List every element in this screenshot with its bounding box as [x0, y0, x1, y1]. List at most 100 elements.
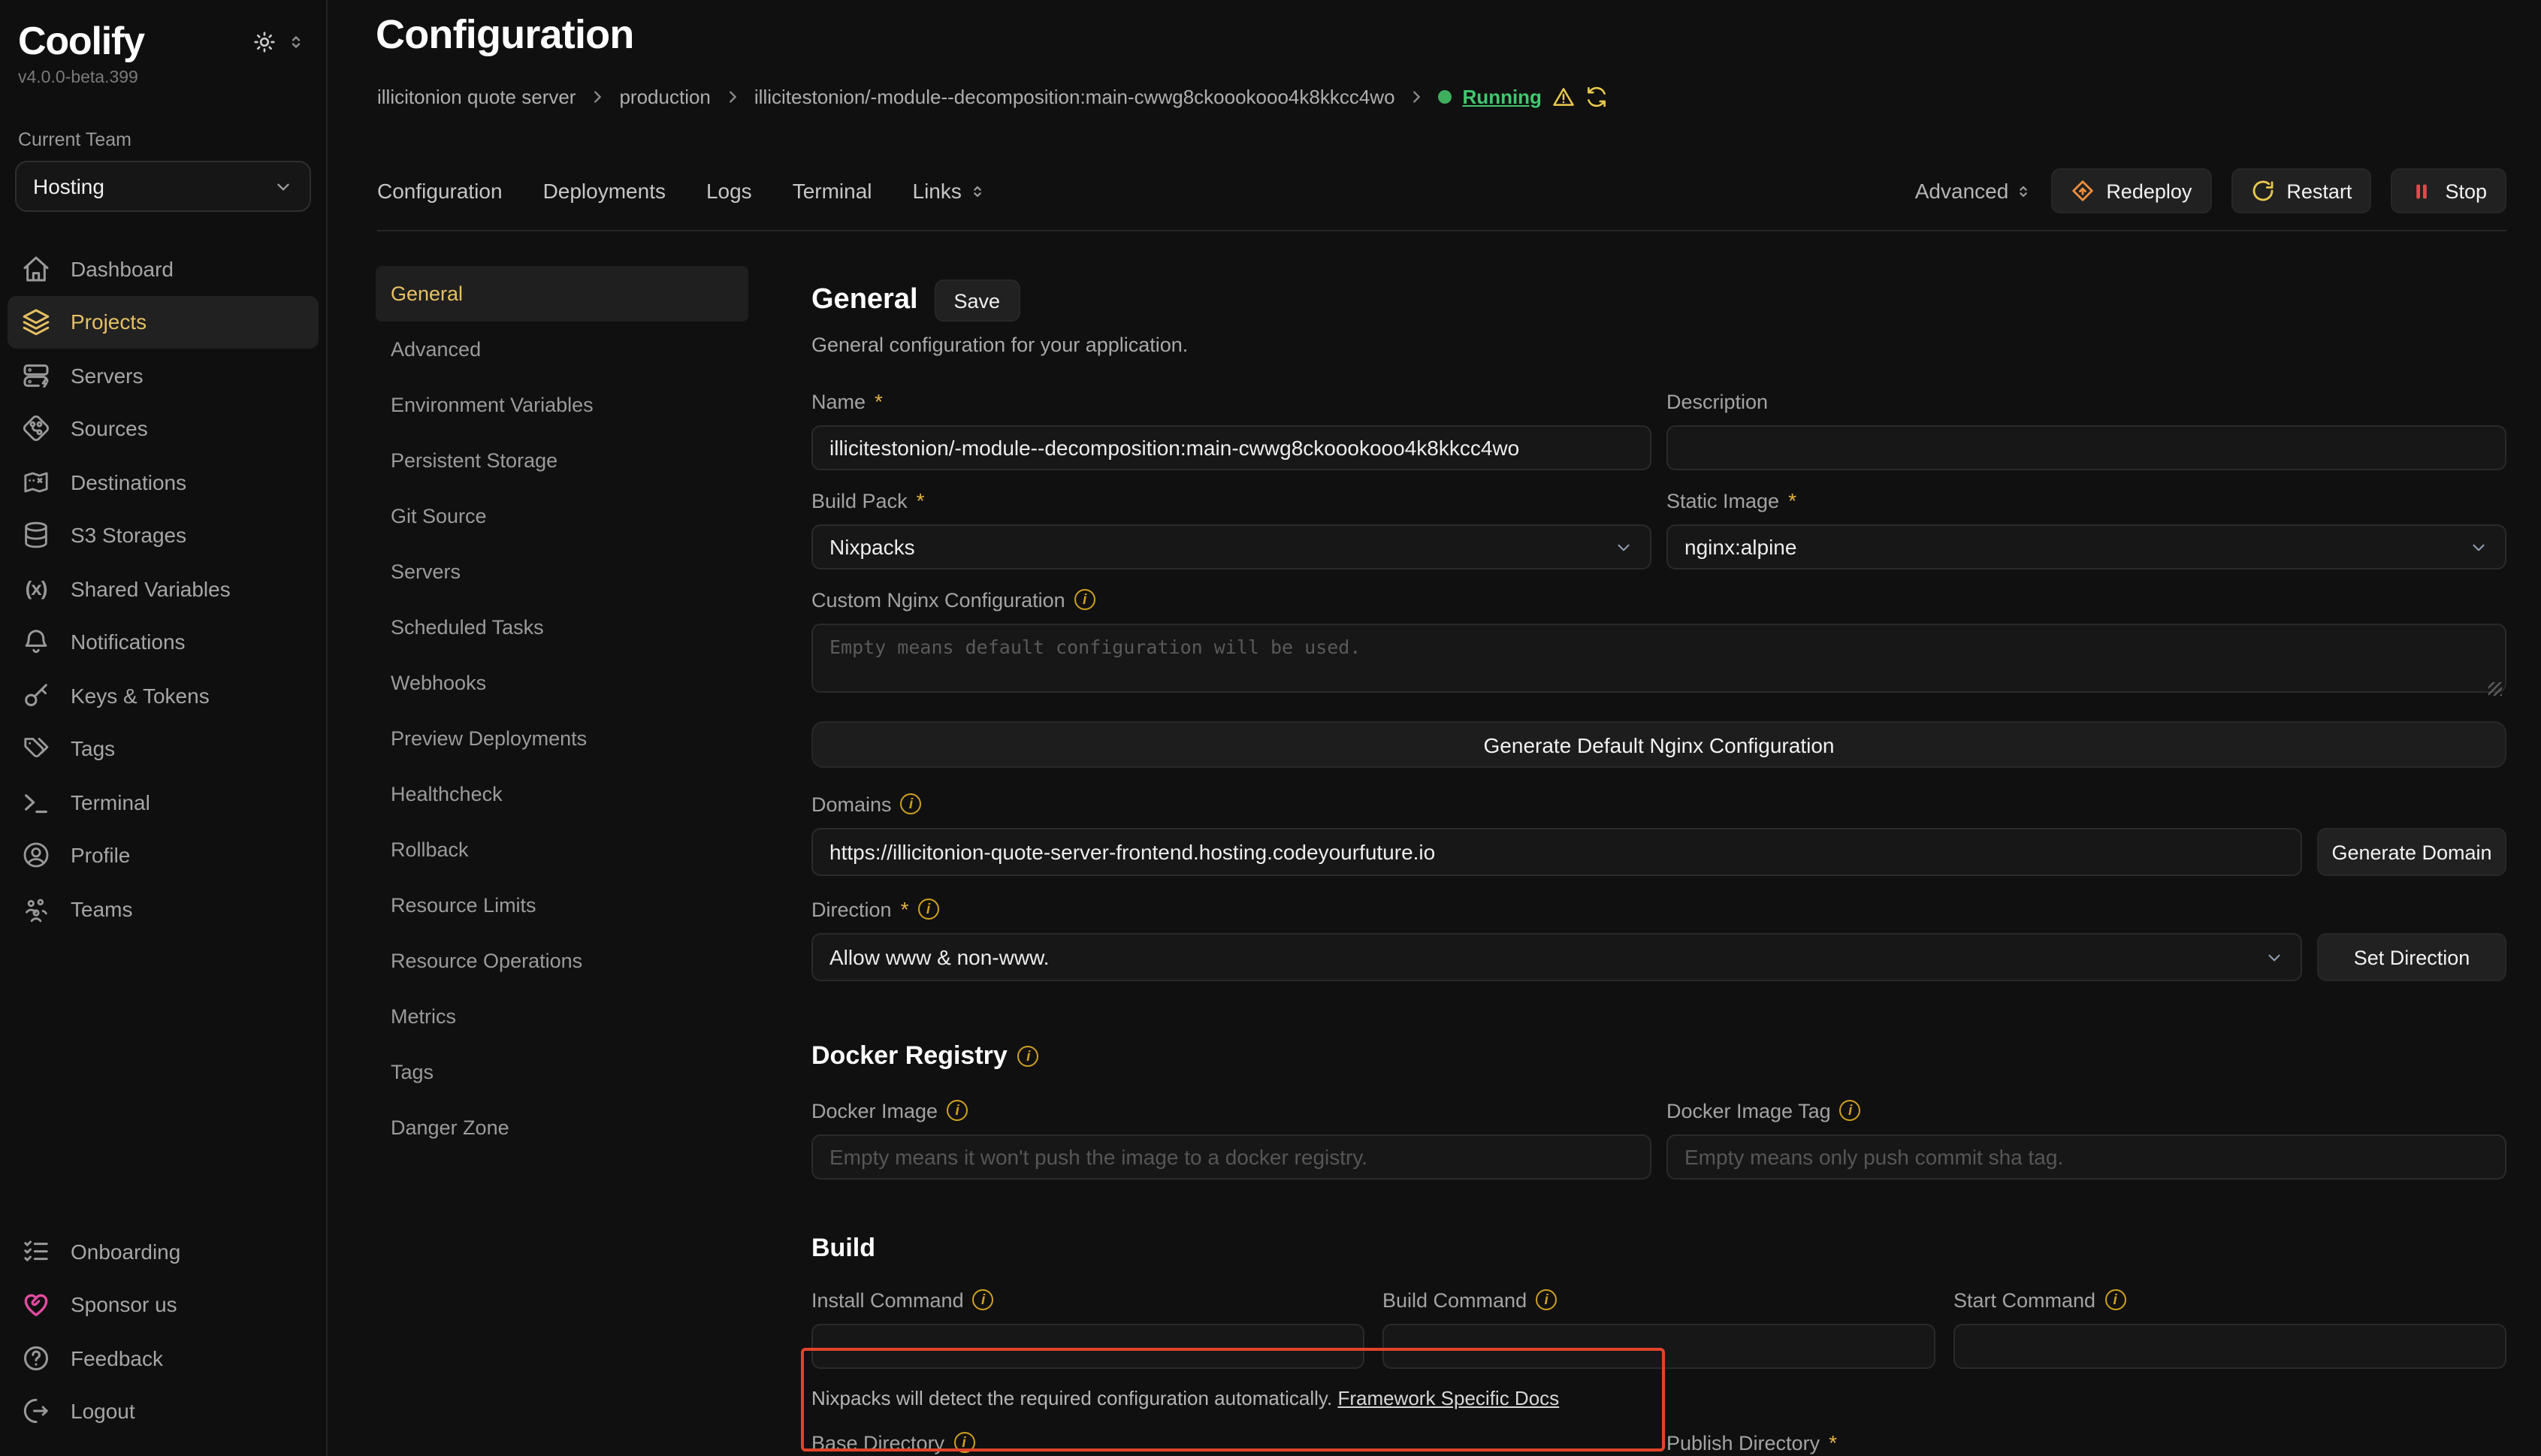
sidebar-item-label: Tags — [71, 737, 115, 761]
subnav-git-source[interactable]: Git Source — [376, 488, 748, 544]
subnav-advanced[interactable]: Advanced — [376, 322, 748, 377]
chevron-right-icon — [589, 89, 606, 105]
sidebar-item-servers[interactable]: Servers — [8, 349, 319, 402]
subnav-scheduled-tasks[interactable]: Scheduled Tasks — [376, 600, 748, 655]
advanced-dropdown[interactable]: Advanced — [1915, 179, 2032, 203]
save-button[interactable]: Save — [935, 279, 1020, 322]
direction-select[interactable]: Allow www & non-www. — [811, 933, 2302, 981]
coolify-app: Coolify v4.0.0-beta.399 Current Team Hos… — [0, 0, 2541, 1456]
sidebar-item-sources[interactable]: Sources — [8, 402, 319, 455]
info-icon: i — [2104, 1289, 2126, 1310]
tab-deployments[interactable]: Deployments — [543, 179, 666, 203]
domains-input[interactable] — [811, 828, 2302, 876]
team-select-value: Hosting — [33, 174, 104, 198]
sidebar-item-dashboard[interactable]: Dashboard — [8, 242, 319, 295]
status-running-link[interactable]: Running — [1463, 86, 1542, 108]
restart-button[interactable]: Restart — [2231, 168, 2371, 213]
tab-terminal[interactable]: Terminal — [793, 179, 872, 203]
breadcrumb-application[interactable]: illicitestonion/-module--decomposition:m… — [754, 86, 1395, 108]
redeploy-button[interactable]: Redeploy — [2050, 168, 2211, 213]
sidebar-item-label: Shared Variables — [71, 577, 231, 601]
subnav-persistent-storage[interactable]: Persistent Storage — [376, 433, 748, 488]
sidebar-item-terminal[interactable]: Terminal — [8, 775, 319, 829]
tab-links[interactable]: Links — [913, 179, 986, 203]
tab-configuration[interactable]: Configuration — [377, 179, 503, 203]
current-team-label: Current Team — [18, 129, 308, 150]
git-source-icon — [21, 414, 51, 444]
subnav-resource-operations[interactable]: Resource Operations — [376, 933, 748, 989]
database-icon — [21, 521, 51, 551]
sidebar-item-feedback[interactable]: Feedback — [8, 1331, 319, 1385]
status-dot — [1439, 90, 1452, 104]
build-pack-select[interactable]: Nixpacks — [811, 524, 1651, 569]
tab-actions: Advanced Redeploy Restart Stop — [1915, 168, 2506, 213]
sidebar-item-keys-tokens[interactable]: Keys & Tokens — [8, 669, 319, 722]
static-image-value: nginx:alpine — [1684, 535, 1796, 559]
framework-docs-link[interactable]: Framework Specific Docs — [1337, 1387, 1559, 1409]
build-command-input[interactable] — [1382, 1324, 1935, 1369]
sidebar-item-teams[interactable]: Teams — [8, 882, 319, 935]
name-input[interactable] — [811, 425, 1651, 470]
tab-bar: Configuration Deployments Logs Terminal … — [377, 168, 2506, 213]
sidebar-nav: Dashboard Projects Servers Sources Desti… — [0, 242, 326, 935]
sidebar-item-destinations[interactable]: Destinations — [8, 455, 319, 509]
build-command-label: Build Command i — [1382, 1288, 1935, 1312]
subnav-resource-limits[interactable]: Resource Limits — [376, 878, 748, 933]
subnav-tags[interactable]: Tags — [376, 1044, 748, 1100]
install-command-input[interactable] — [811, 1324, 1364, 1369]
team-select[interactable]: Hosting — [15, 161, 311, 212]
sidebar-item-notifications[interactable]: Notifications — [8, 615, 319, 669]
sidebar-item-label: Feedback — [71, 1346, 163, 1370]
stop-button[interactable]: Stop — [2391, 168, 2506, 213]
sidebar-item-label: Destinations — [71, 470, 186, 494]
description-input[interactable] — [1666, 425, 2506, 470]
subnav-general[interactable]: General — [376, 266, 748, 322]
heart-handshake-icon — [21, 1290, 51, 1320]
subnav-webhooks[interactable]: Webhooks — [376, 655, 748, 711]
sidebar-item-onboarding[interactable]: Onboarding — [8, 1225, 319, 1278]
refresh-icon[interactable] — [1585, 86, 1608, 108]
static-image-select[interactable]: nginx:alpine — [1666, 524, 2506, 569]
generate-nginx-button[interactable]: Generate Default Nginx Configuration — [811, 721, 2506, 768]
docker-image-input[interactable] — [811, 1134, 1651, 1180]
info-icon: i — [901, 793, 922, 814]
subnav-preview-deployments[interactable]: Preview Deployments — [376, 711, 748, 766]
bell-icon — [21, 627, 51, 657]
docker-image-tag-label: Docker Image Tag i — [1666, 1098, 2506, 1122]
subnav-healthcheck[interactable]: Healthcheck — [376, 766, 748, 822]
subnav-servers[interactable]: Servers — [376, 544, 748, 600]
breadcrumb-project[interactable]: illicitonion quote server — [377, 86, 576, 108]
server-icon — [21, 361, 51, 391]
name-label: Name* — [811, 389, 1651, 413]
set-direction-button[interactable]: Set Direction — [2317, 933, 2506, 981]
theme-switcher[interactable] — [252, 30, 305, 54]
sidebar-item-sponsor-us[interactable]: Sponsor us — [8, 1278, 319, 1331]
generate-domain-button[interactable]: Generate Domain — [2317, 828, 2506, 876]
sidebar-item-profile[interactable]: Profile — [8, 829, 319, 882]
info-icon: i — [1840, 1100, 1861, 1121]
sidebar-item-tags[interactable]: Tags — [8, 722, 319, 775]
subnav-metrics[interactable]: Metrics — [376, 989, 748, 1044]
tab-logs[interactable]: Logs — [706, 179, 752, 203]
sidebar-item-s3-storages[interactable]: S3 Storages — [8, 509, 319, 562]
subnav-rollback[interactable]: Rollback — [376, 822, 748, 878]
start-command-input[interactable] — [1953, 1324, 2506, 1369]
required-asterisk: * — [901, 897, 909, 921]
custom-nginx-textarea[interactable] — [811, 624, 2506, 693]
key-icon — [21, 681, 51, 711]
required-asterisk: * — [875, 389, 883, 413]
breadcrumb-environment[interactable]: production — [619, 86, 710, 108]
user-circle-icon — [21, 841, 51, 871]
install-command-label: Install Command i — [811, 1288, 1364, 1312]
required-asterisk: * — [1829, 1430, 1837, 1454]
sidebar-item-logout[interactable]: Logout — [8, 1385, 319, 1438]
status-badge: Running — [1439, 86, 1608, 108]
subnav-danger-zone[interactable]: Danger Zone — [376, 1100, 748, 1155]
subnav-environment-variables[interactable]: Environment Variables — [376, 377, 748, 433]
section-title: General — [811, 284, 918, 317]
resize-handle-icon[interactable] — [2488, 682, 2502, 696]
sidebar-item-projects[interactable]: Projects — [8, 295, 319, 349]
docker-image-tag-input[interactable] — [1666, 1134, 2506, 1180]
sidebar-item-shared-variables[interactable]: (x) Shared Variables — [8, 562, 319, 615]
build-pack-value: Nixpacks — [829, 535, 915, 559]
